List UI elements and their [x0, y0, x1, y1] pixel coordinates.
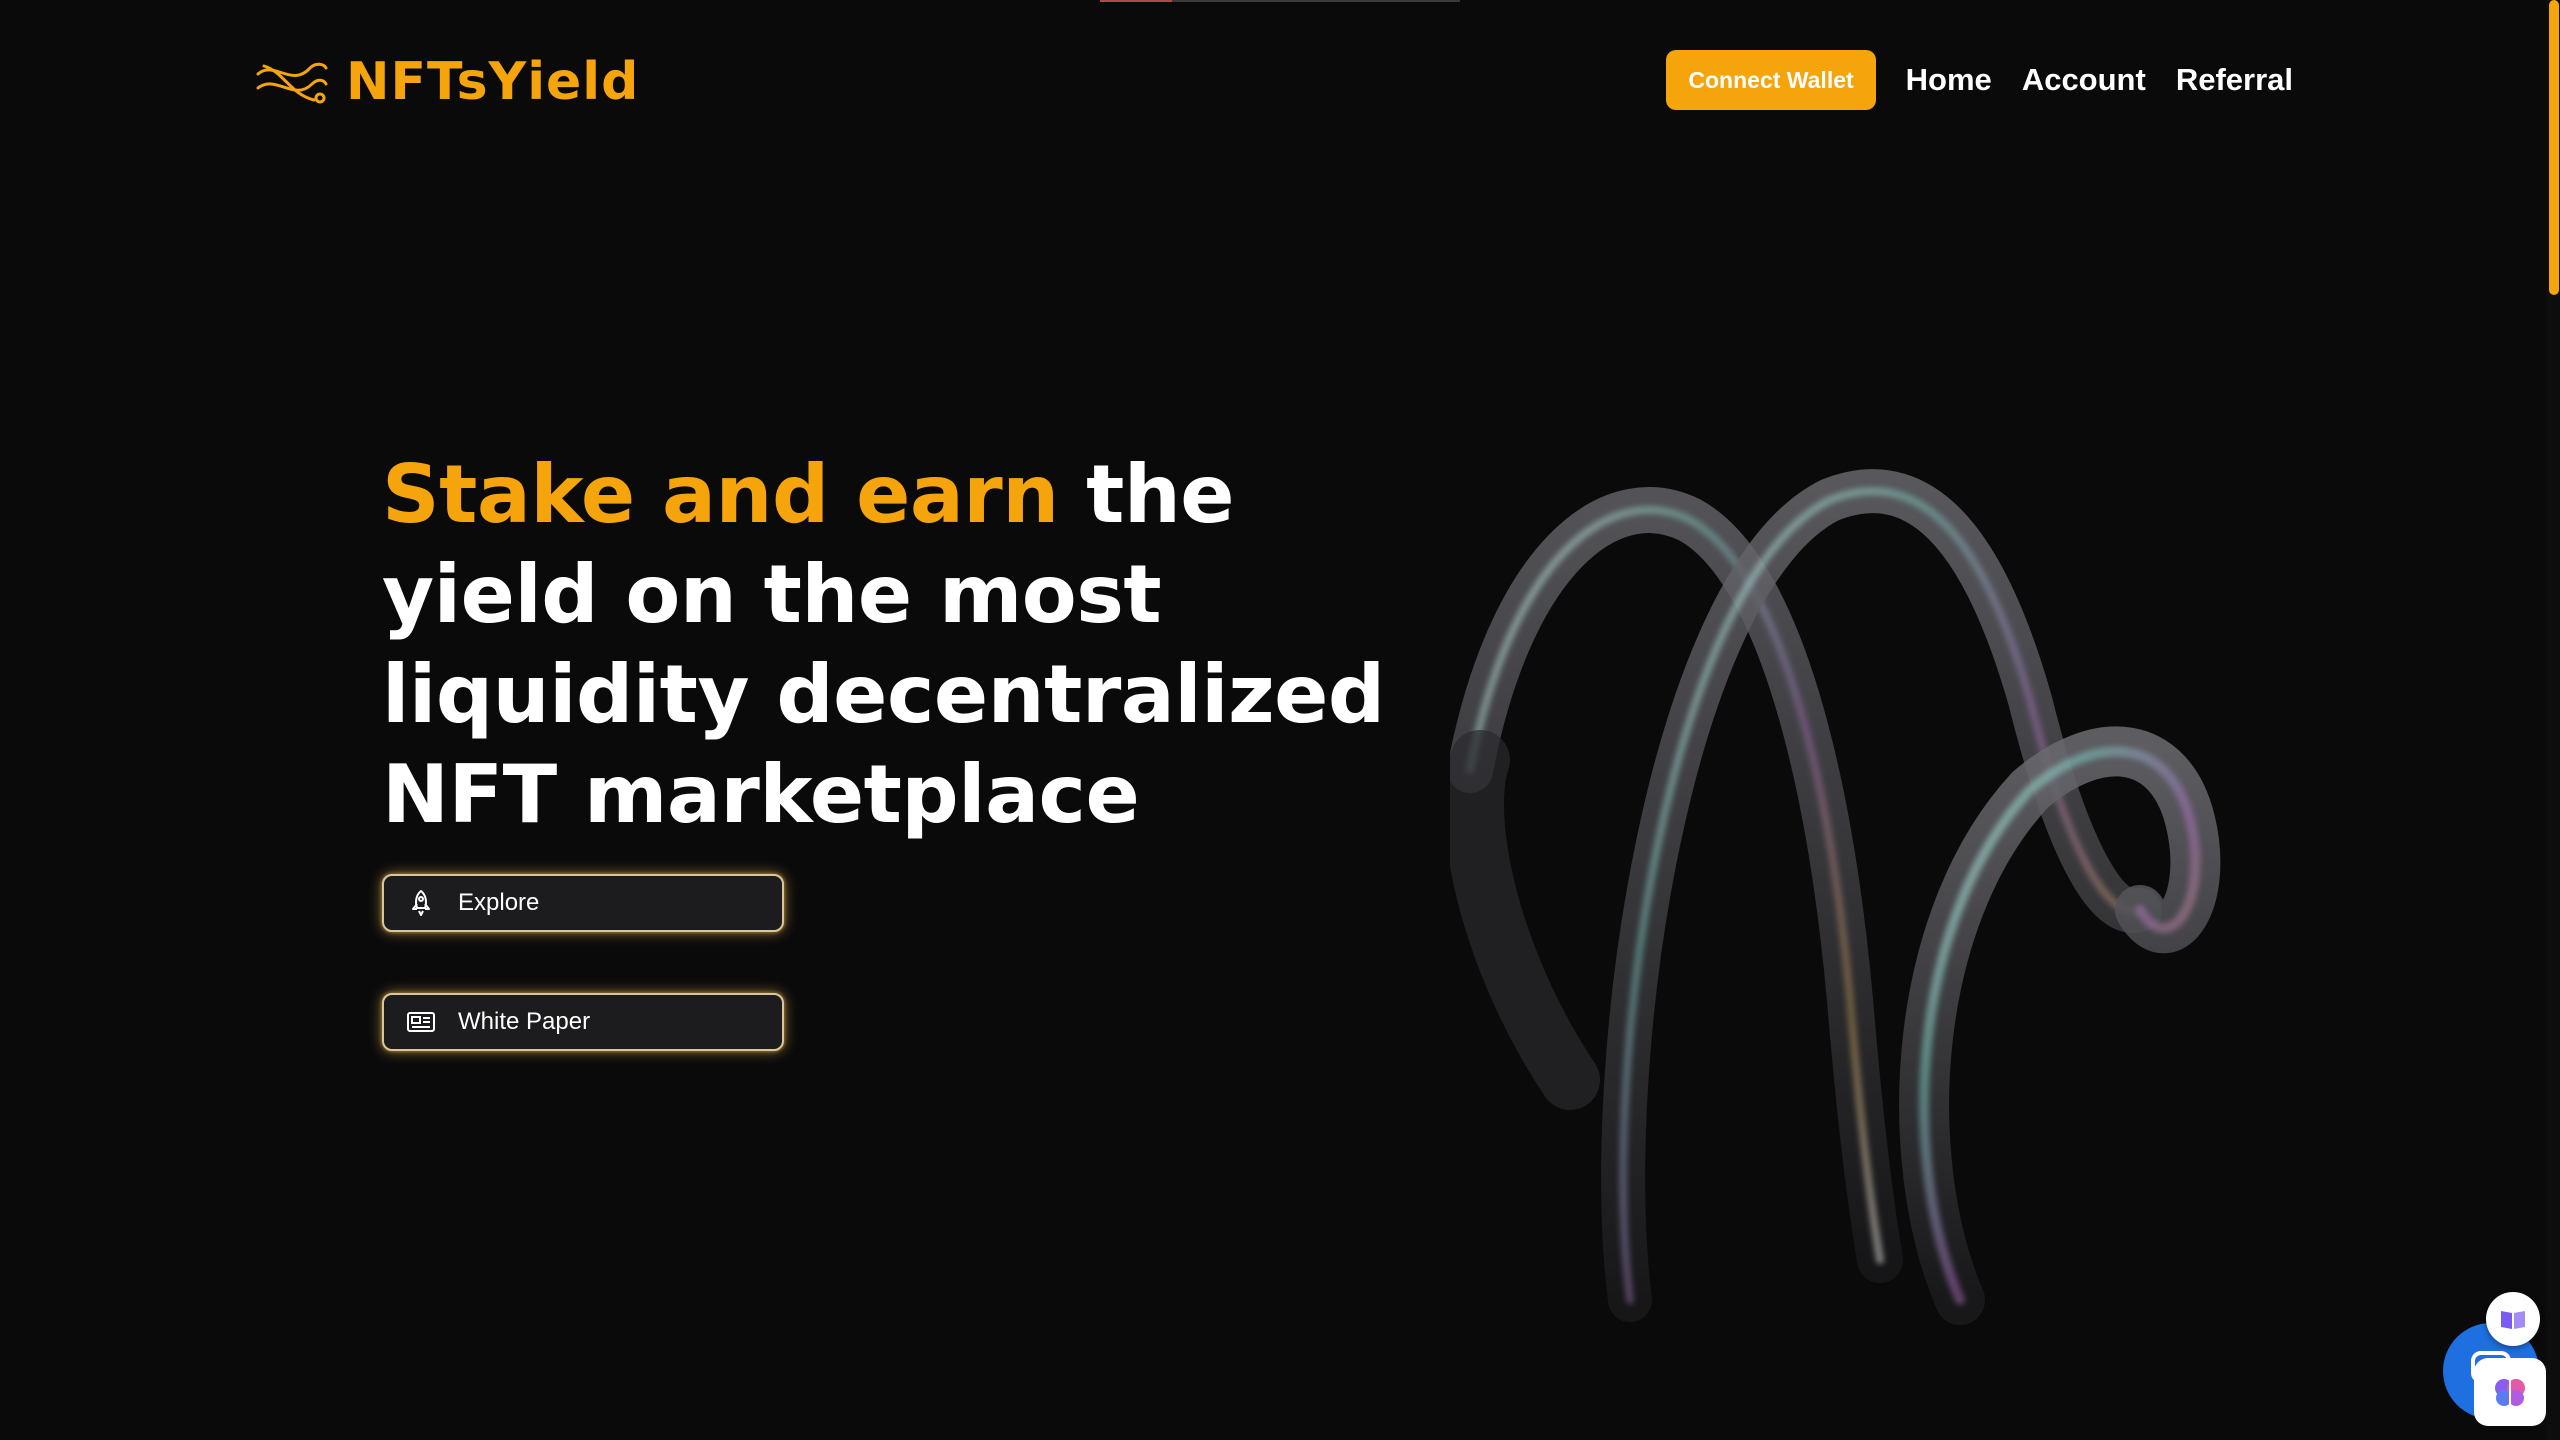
hero-glass-ribbon-image: [1450, 469, 2221, 1325]
nav-link-account[interactable]: Account: [2022, 62, 2146, 98]
hero-headline: Stake and earn the yield on the most liq…: [382, 445, 1432, 845]
brain-widget-button[interactable]: [2474, 1358, 2546, 1426]
nav-link-referral[interactable]: Referral: [2176, 62, 2293, 98]
logo-icon: [256, 62, 328, 104]
newspaper-icon: [407, 1012, 435, 1032]
loading-bar-segment: [1100, 0, 1172, 2]
top-nav: Connect Wallet Home Account Referral: [1666, 50, 2293, 110]
connect-wallet-button[interactable]: Connect Wallet: [1666, 50, 1876, 110]
top-loading-bar: [1100, 0, 1460, 2]
brain-icon: [2495, 1379, 2525, 1406]
page: NFTsYield Connect Wallet Home Account Re…: [0, 0, 2560, 1440]
scrollbar-thumb[interactable]: [2549, 0, 2559, 295]
explore-button-label: Explore: [458, 889, 540, 916]
white-paper-button[interactable]: White Paper: [382, 993, 784, 1051]
rocket-icon: [412, 890, 430, 916]
book-icon: [2501, 1311, 2525, 1329]
nav-link-home[interactable]: Home: [1906, 62, 1992, 98]
logo-link[interactable]: NFTsYield: [254, 52, 639, 112]
page-scrollbar[interactable]: [2546, 0, 2560, 1440]
headline-accent: Stake and earn: [382, 448, 1059, 541]
logo-text: NFTsYield: [346, 52, 640, 112]
book-widget-button[interactable]: [2486, 1292, 2540, 1346]
explore-button[interactable]: Explore: [382, 874, 784, 932]
white-paper-button-label: White Paper: [458, 1008, 591, 1035]
